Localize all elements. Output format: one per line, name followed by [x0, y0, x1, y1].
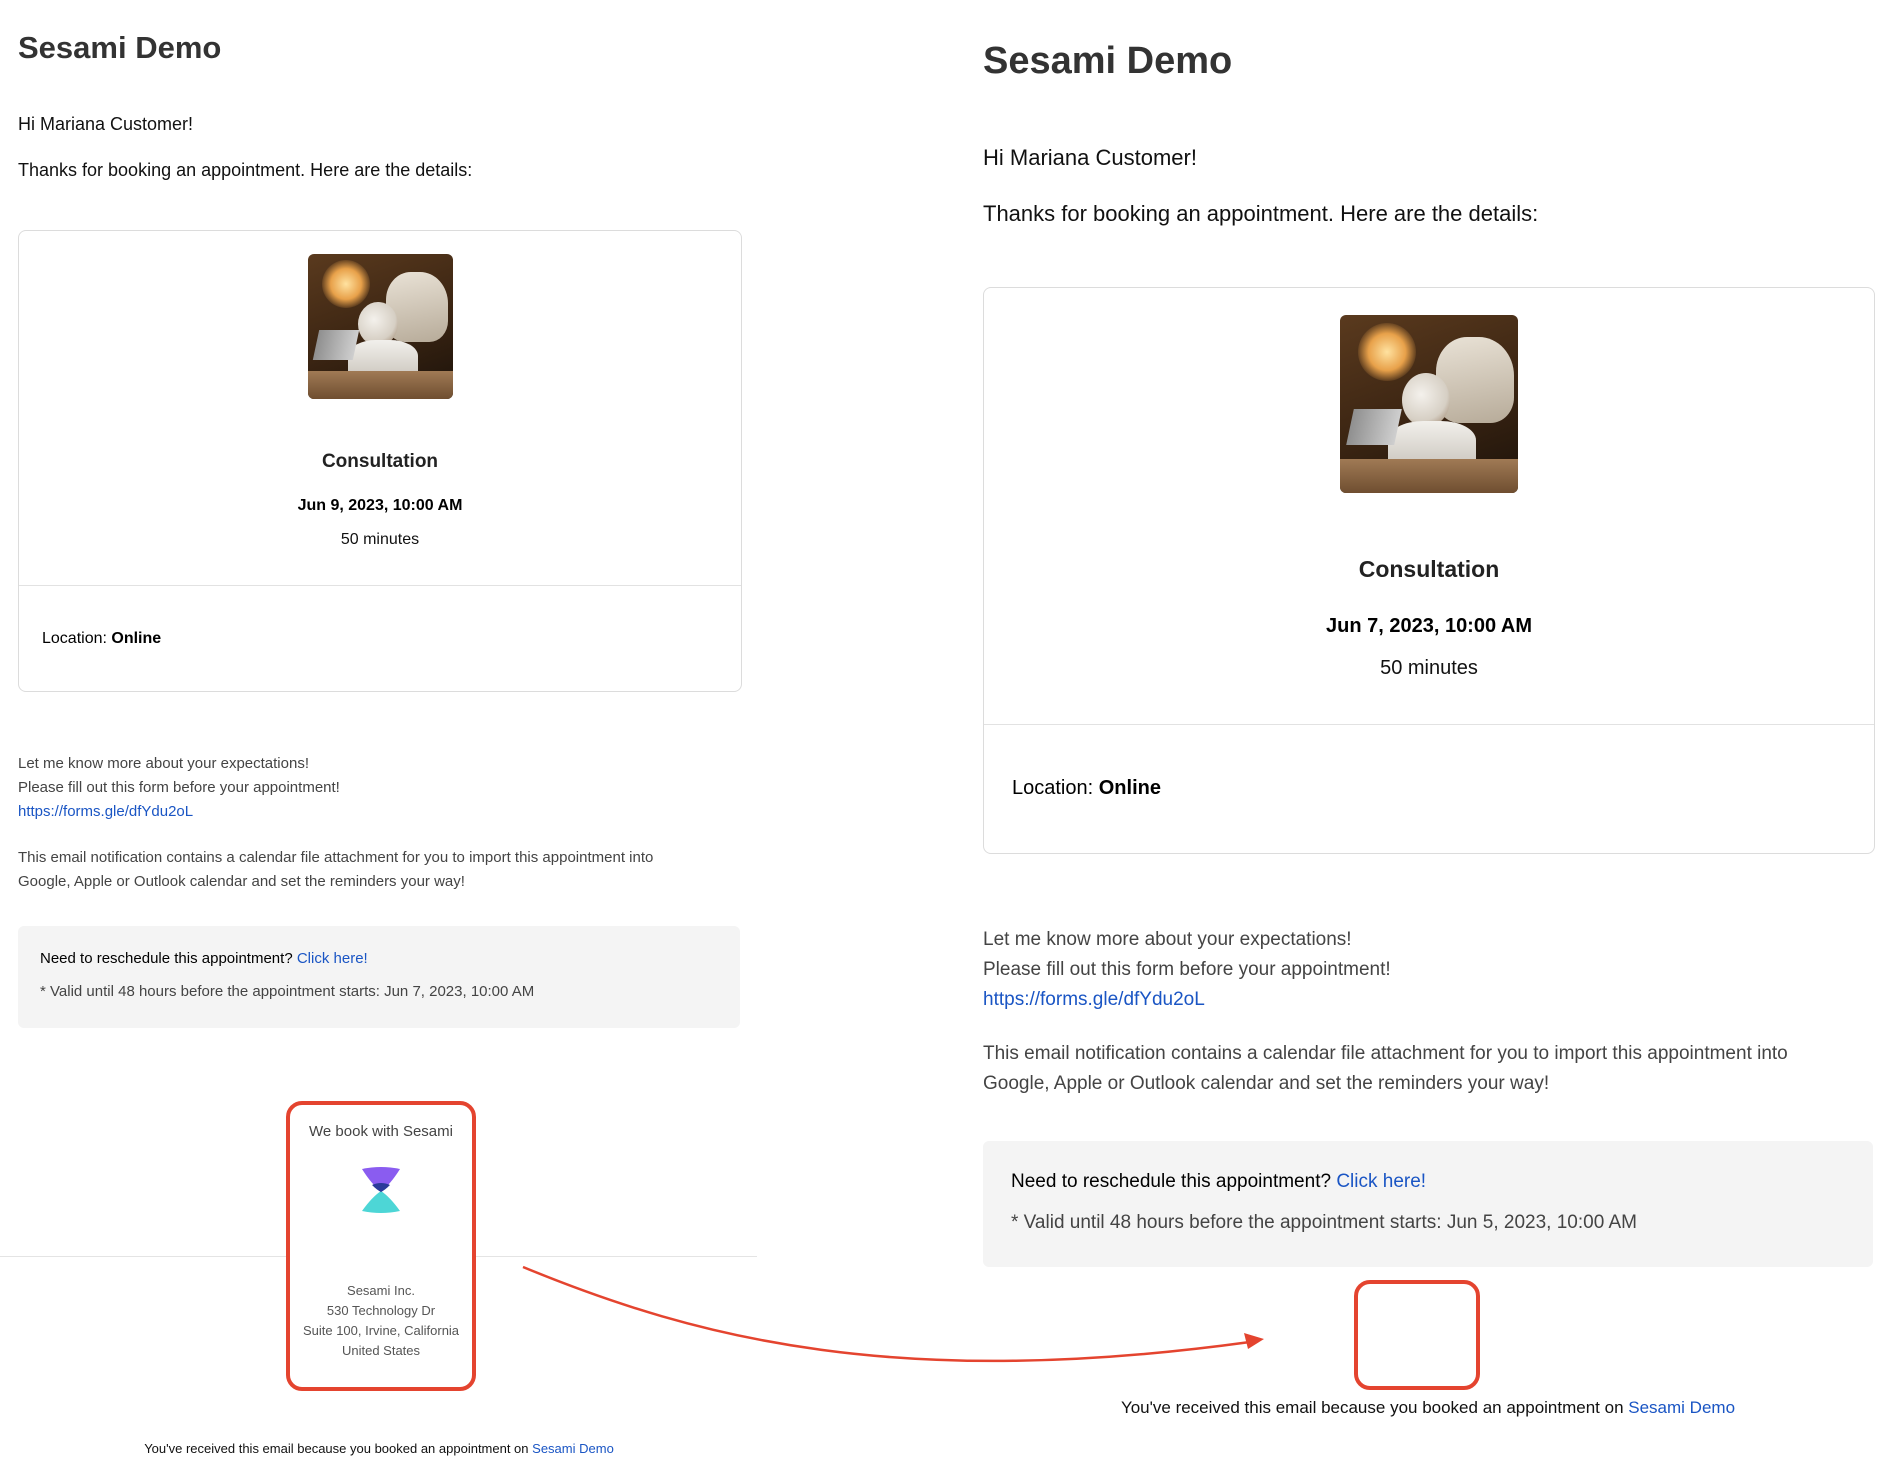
- curved-arrow-icon: [522, 1265, 1264, 1363]
